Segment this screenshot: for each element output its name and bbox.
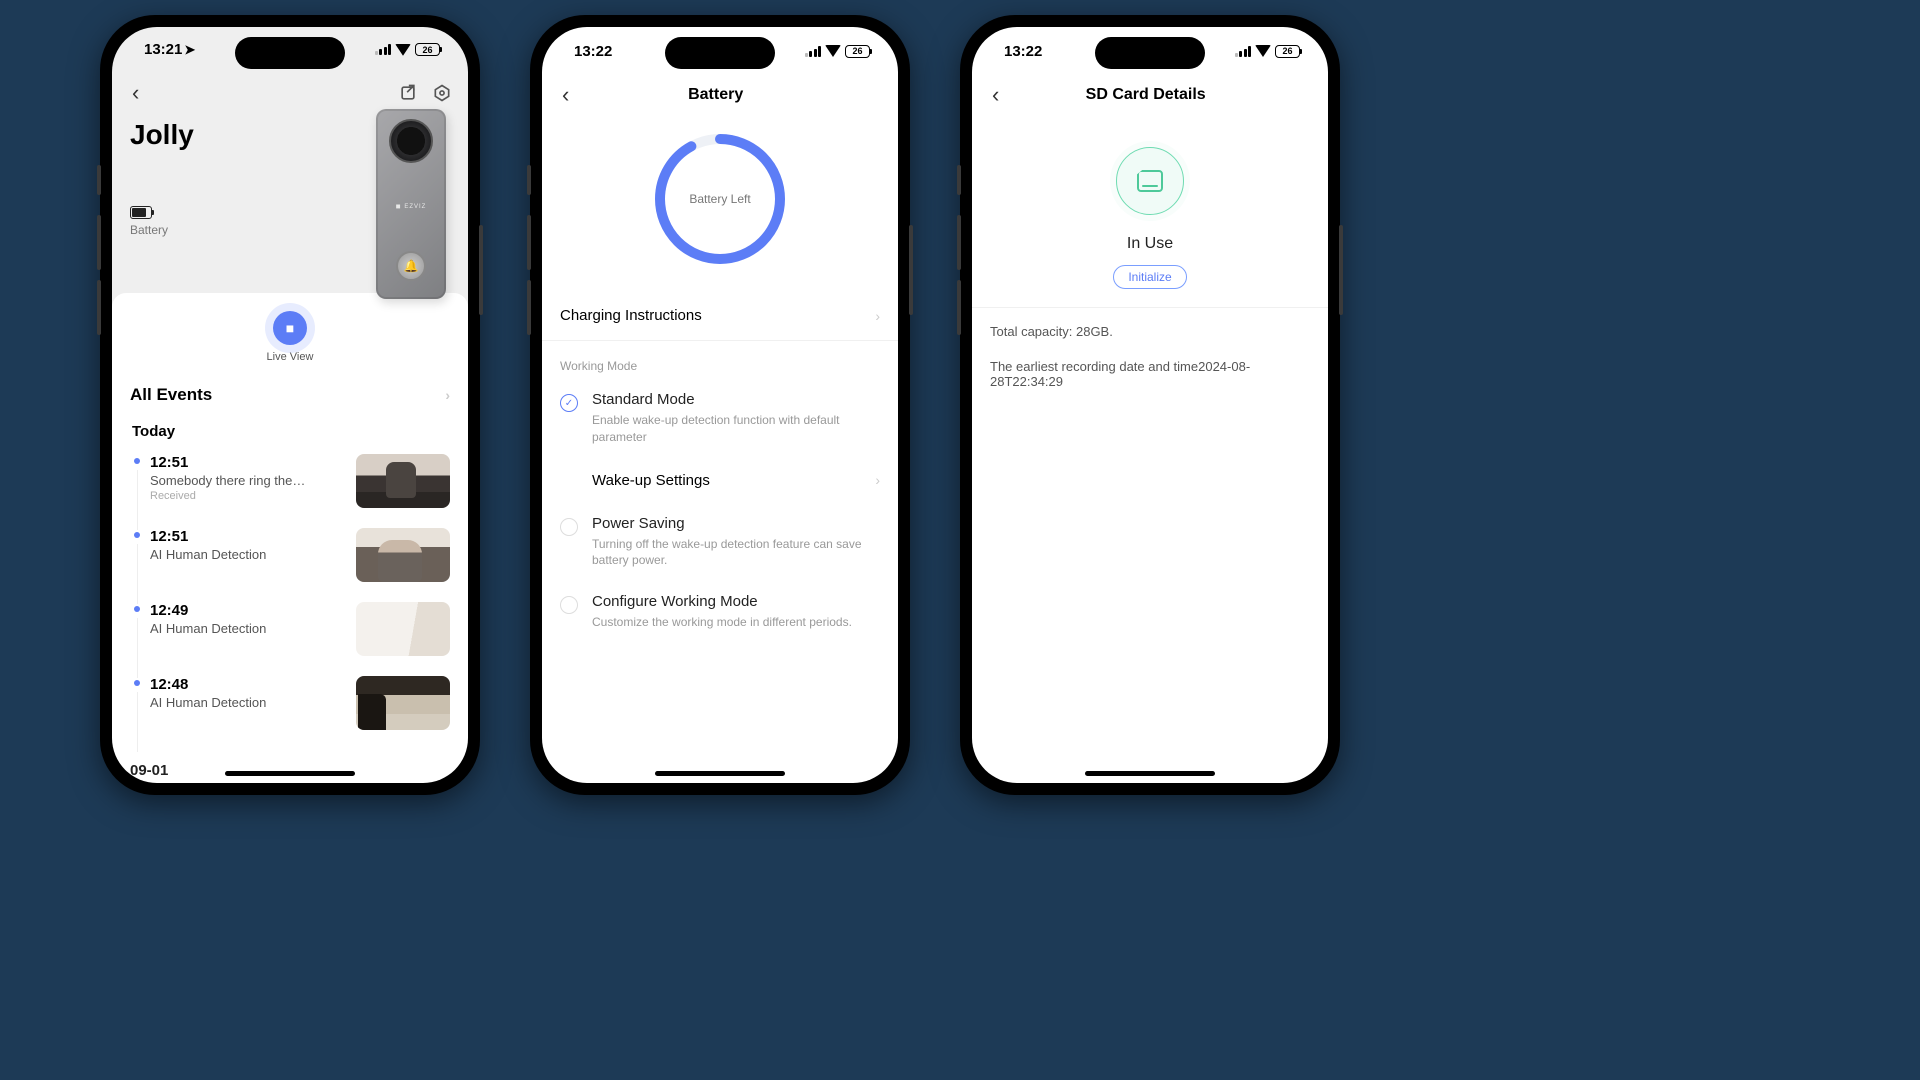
nav-bar: ‹ — [112, 73, 468, 113]
live-view-button[interactable]: ■ — [273, 311, 307, 345]
event-item[interactable]: 12:51 Somebody there ring the… Received — [112, 448, 468, 522]
status-time: 13:22 — [574, 43, 612, 60]
home-indicator[interactable] — [655, 771, 785, 776]
nav-bar: ‹ Battery — [542, 75, 898, 115]
live-view-label: Live View — [112, 351, 468, 363]
phone-sd-card-details: 13:22 26 ‹ SD Card Details In Use Initia… — [960, 15, 1340, 795]
back-button[interactable]: ‹ — [988, 78, 1003, 112]
wifi-icon — [1255, 45, 1271, 57]
nav-title: Battery — [573, 86, 858, 104]
live-view-card: ■ Live View — [112, 293, 468, 371]
battery-icon — [130, 206, 152, 219]
mode-standard[interactable]: ✓ Standard Mode Enable wake-up detection… — [542, 379, 898, 458]
initialize-button[interactable]: Initialize — [1113, 265, 1186, 289]
phone-battery-settings: 13:22 26 ‹ Battery Battery Left Charging… — [530, 15, 910, 795]
capacity-text: Total capacity: 28GB. — [972, 308, 1328, 343]
sd-card-icon — [1116, 147, 1184, 215]
chevron-right-icon: › — [875, 308, 880, 324]
status-time: 13:21 — [144, 41, 182, 58]
cellular-icon — [375, 44, 392, 55]
device-image: ◼ EZVIZ 🔔 — [376, 109, 446, 299]
event-item[interactable]: 12:51 AI Human Detection — [112, 522, 468, 596]
battery-ring: Battery Left — [650, 129, 790, 269]
device-brand-label: ◼ EZVIZ — [396, 203, 427, 210]
today-label: Today — [112, 419, 468, 448]
wifi-icon — [395, 44, 411, 56]
location-icon: ➤ — [184, 42, 195, 58]
charging-instructions-row[interactable]: Charging Instructions › — [542, 291, 898, 341]
status-time: 13:22 — [1004, 43, 1042, 60]
battery-status-icon: 26 — [1275, 45, 1300, 58]
home-indicator[interactable] — [225, 771, 355, 776]
wakeup-settings-row[interactable]: Wake-up Settings › — [542, 458, 898, 503]
battery-ring-label: Battery Left — [650, 129, 790, 269]
battery-status-icon: 26 — [845, 45, 870, 58]
event-thumbnail — [356, 528, 450, 582]
radio-checked-icon: ✓ — [560, 394, 578, 412]
date-footer: 09-01 — [112, 744, 468, 783]
home-indicator[interactable] — [1085, 771, 1215, 776]
chevron-right-icon: › — [445, 387, 450, 403]
device-hero: Jolly Battery ◼ EZVIZ 🔔 — [112, 113, 468, 293]
mode-power-saving[interactable]: Power Saving Turning off the wake-up det… — [542, 503, 898, 582]
phone-jolly-overview: 13:21 ➤ 26 ‹ Jolly Battery — [100, 15, 480, 795]
nav-title: SD Card Details — [1003, 86, 1288, 104]
mode-configure[interactable]: Configure Working Mode Customize the wor… — [542, 581, 898, 643]
back-button[interactable]: ‹ — [558, 78, 573, 112]
working-mode-section-label: Working Mode — [542, 341, 898, 379]
status-bar: 13:22 26 — [542, 27, 898, 75]
all-events-row[interactable]: All Events › — [112, 371, 468, 419]
cellular-icon — [805, 46, 822, 57]
battery-status-icon: 26 — [415, 43, 440, 56]
radio-unchecked-icon — [560, 596, 578, 614]
earliest-recording-text: The earliest recording date and time2024… — [972, 343, 1328, 393]
nav-bar: ‹ SD Card Details — [972, 75, 1328, 115]
radio-unchecked-icon — [560, 518, 578, 536]
sd-card-hero: In Use Initialize — [972, 115, 1328, 308]
back-button[interactable]: ‹ — [128, 76, 143, 110]
settings-icon[interactable] — [432, 83, 452, 103]
status-bar: 13:22 26 — [972, 27, 1328, 75]
event-item[interactable]: 12:49 AI Human Detection — [112, 596, 468, 670]
event-thumbnail — [356, 454, 450, 508]
cellular-icon — [1235, 46, 1252, 57]
share-icon[interactable] — [398, 83, 418, 103]
event-item[interactable]: 12:48 AI Human Detection — [112, 670, 468, 744]
wifi-icon — [825, 45, 841, 57]
status-bar: 13:21 ➤ 26 — [112, 27, 468, 73]
event-thumbnail — [356, 602, 450, 656]
sd-status-label: In Use — [972, 235, 1328, 253]
event-thumbnail — [356, 676, 450, 730]
chevron-right-icon: › — [875, 472, 880, 488]
